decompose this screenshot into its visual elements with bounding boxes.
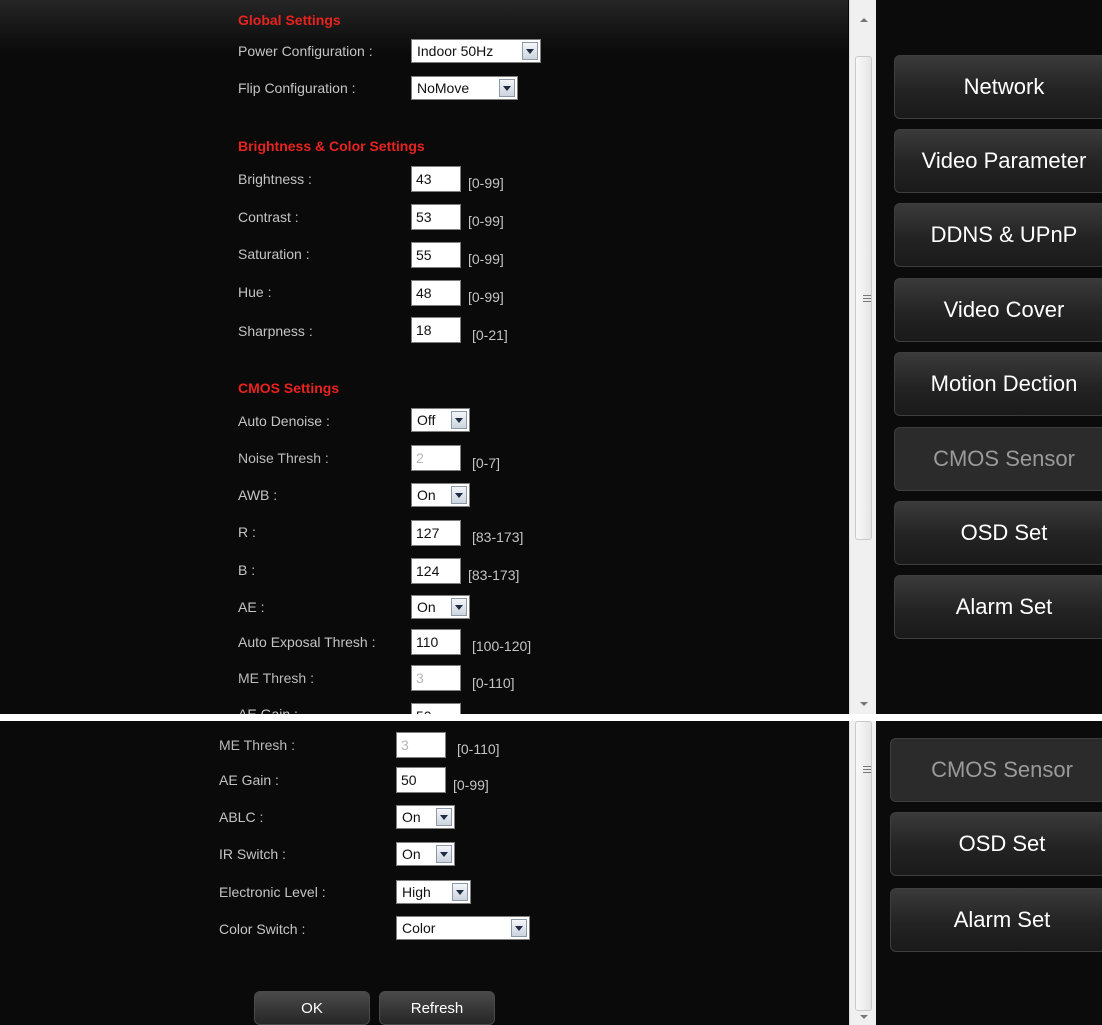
hue-label: Hue :	[238, 284, 272, 300]
auto-exposal-thresh-label: Auto Exposal Thresh :	[238, 634, 376, 650]
me-thresh-range: [0-110]	[472, 675, 515, 691]
chevron-down-icon	[452, 883, 468, 901]
hue-range: [0-99]	[468, 289, 504, 305]
chevron-down-icon	[451, 486, 467, 504]
chevron-down-icon	[511, 919, 527, 937]
electronic-level-label: Electronic Level :	[219, 884, 326, 900]
electronic-level-select[interactable]: High	[396, 880, 471, 904]
nav-osd-set[interactable]: OSD Set	[894, 501, 1102, 565]
nav-osd-set[interactable]: OSD Set	[890, 812, 1102, 876]
section-heading-cmos: CMOS Settings	[238, 380, 340, 396]
chevron-down-icon	[436, 808, 452, 826]
me-thresh-input[interactable]: 3	[396, 732, 446, 758]
hue-input[interactable]: 48	[411, 280, 461, 306]
noise-thresh-range: [0-7]	[472, 455, 501, 471]
ir-switch-label: IR Switch :	[219, 846, 286, 862]
me-thresh-label: ME Thresh :	[238, 670, 314, 686]
me-thresh-range: [0-110]	[457, 741, 500, 757]
scroll-down-arrow-icon[interactable]	[860, 702, 868, 706]
auto-exposal-thresh-input[interactable]: 110	[411, 629, 461, 655]
nav-network[interactable]: Network	[894, 55, 1102, 119]
ae-select[interactable]: On	[411, 595, 470, 619]
contrast-label: Contrast :	[238, 209, 299, 225]
saturation-input[interactable]: 55	[411, 242, 461, 268]
nav-motion-detection[interactable]: Motion Dection	[894, 352, 1102, 416]
brightness-range: [0-99]	[468, 175, 504, 191]
ir-switch-select[interactable]: On	[396, 842, 455, 866]
chevron-down-icon	[522, 42, 538, 60]
r-label: R :	[238, 524, 256, 540]
refresh-button[interactable]: Refresh	[379, 991, 495, 1025]
awb-select[interactable]: On	[411, 483, 470, 507]
nav-alarm-set[interactable]: Alarm Set	[890, 888, 1102, 952]
nav-video-cover[interactable]: Video Cover	[894, 278, 1102, 342]
r-range: [83-173]	[472, 529, 524, 545]
b-range: [83-173]	[468, 567, 520, 583]
nav-cmos-sensor[interactable]: CMOS Sensor	[890, 738, 1102, 802]
scroll-down-arrow-icon[interactable]	[860, 1015, 868, 1019]
grip-icon	[863, 766, 871, 773]
b-label: B :	[238, 562, 256, 578]
nav-ddns-upnp[interactable]: DDNS & UPnP	[894, 203, 1102, 267]
grip-icon	[863, 295, 871, 302]
contrast-input[interactable]: 53	[411, 204, 461, 230]
power-configuration-select[interactable]: Indoor 50Hz	[411, 39, 541, 63]
flip-configuration-select[interactable]: NoMove	[411, 76, 518, 100]
auto-denoise-select[interactable]: Off	[411, 408, 470, 432]
ae-gain-label-cut: AE Gain :	[238, 706, 298, 714]
awb-label: AWB :	[238, 487, 278, 503]
saturation-label: Saturation :	[238, 246, 310, 262]
chevron-down-icon	[451, 598, 467, 616]
sidebar: Network Video Parameter DDNS & UPnP Vide…	[876, 0, 1102, 714]
color-switch-select[interactable]: Color	[396, 916, 530, 940]
noise-thresh-label: Noise Thresh :	[238, 450, 329, 466]
chevron-down-icon	[436, 845, 452, 863]
brightness-input[interactable]: 43	[411, 166, 461, 192]
scroll-up-arrow-icon[interactable]	[860, 18, 868, 22]
auto-denoise-label: Auto Denoise :	[238, 413, 330, 429]
vertical-scrollbar[interactable]	[849, 0, 877, 714]
brightness-label: Brightness :	[238, 171, 312, 187]
power-configuration-label: Power Configuration :	[238, 43, 373, 59]
nav-video-parameter[interactable]: Video Parameter	[894, 129, 1102, 193]
saturation-range: [0-99]	[468, 251, 504, 267]
ae-label: AE :	[238, 599, 265, 615]
section-heading-global: Global Settings	[238, 12, 341, 28]
auto-exposal-thresh-range: [100-120]	[472, 638, 532, 654]
contrast-range: [0-99]	[468, 213, 504, 229]
settings-screenshot-bottom: ME Thresh : 3 [0-110] AE Gain : 50 [0-99…	[0, 721, 1102, 1025]
ablc-label: ABLC :	[219, 809, 264, 825]
section-heading-brightness-color: Brightness & Color Settings	[238, 138, 425, 154]
scrollbar-thumb[interactable]	[855, 721, 872, 1011]
ae-gain-range: [0-99]	[453, 777, 489, 793]
b-input[interactable]: 124	[411, 558, 461, 584]
nav-alarm-set[interactable]: Alarm Set	[894, 575, 1102, 639]
settings-screenshot-top: Global Settings Power Configuration : In…	[0, 0, 1102, 714]
flip-configuration-label: Flip Configuration :	[238, 80, 356, 96]
color-switch-label: Color Switch :	[219, 921, 306, 937]
chevron-down-icon	[499, 79, 515, 97]
me-thresh-label: ME Thresh :	[219, 737, 295, 753]
r-input[interactable]: 127	[411, 520, 461, 546]
sharpness-label: Sharpness :	[238, 323, 313, 339]
vertical-scrollbar[interactable]	[849, 721, 877, 1025]
nav-cmos-sensor[interactable]: CMOS Sensor	[894, 427, 1102, 491]
me-thresh-input[interactable]: 3	[411, 665, 461, 691]
ae-gain-input[interactable]: 50	[396, 767, 446, 793]
ablc-select[interactable]: On	[396, 805, 455, 829]
sidebar: CMOS Sensor OSD Set Alarm Set	[876, 721, 1102, 1025]
ok-button[interactable]: OK	[254, 991, 370, 1025]
ae-gain-label: AE Gain :	[219, 772, 279, 788]
sharpness-input[interactable]: 18	[411, 317, 461, 343]
sharpness-range: [0-21]	[472, 327, 508, 343]
scrollbar-thumb[interactable]	[855, 56, 872, 540]
chevron-down-icon	[451, 411, 467, 429]
ae-gain-input-cut[interactable]: 50	[411, 703, 461, 714]
noise-thresh-input[interactable]: 2	[411, 445, 461, 471]
